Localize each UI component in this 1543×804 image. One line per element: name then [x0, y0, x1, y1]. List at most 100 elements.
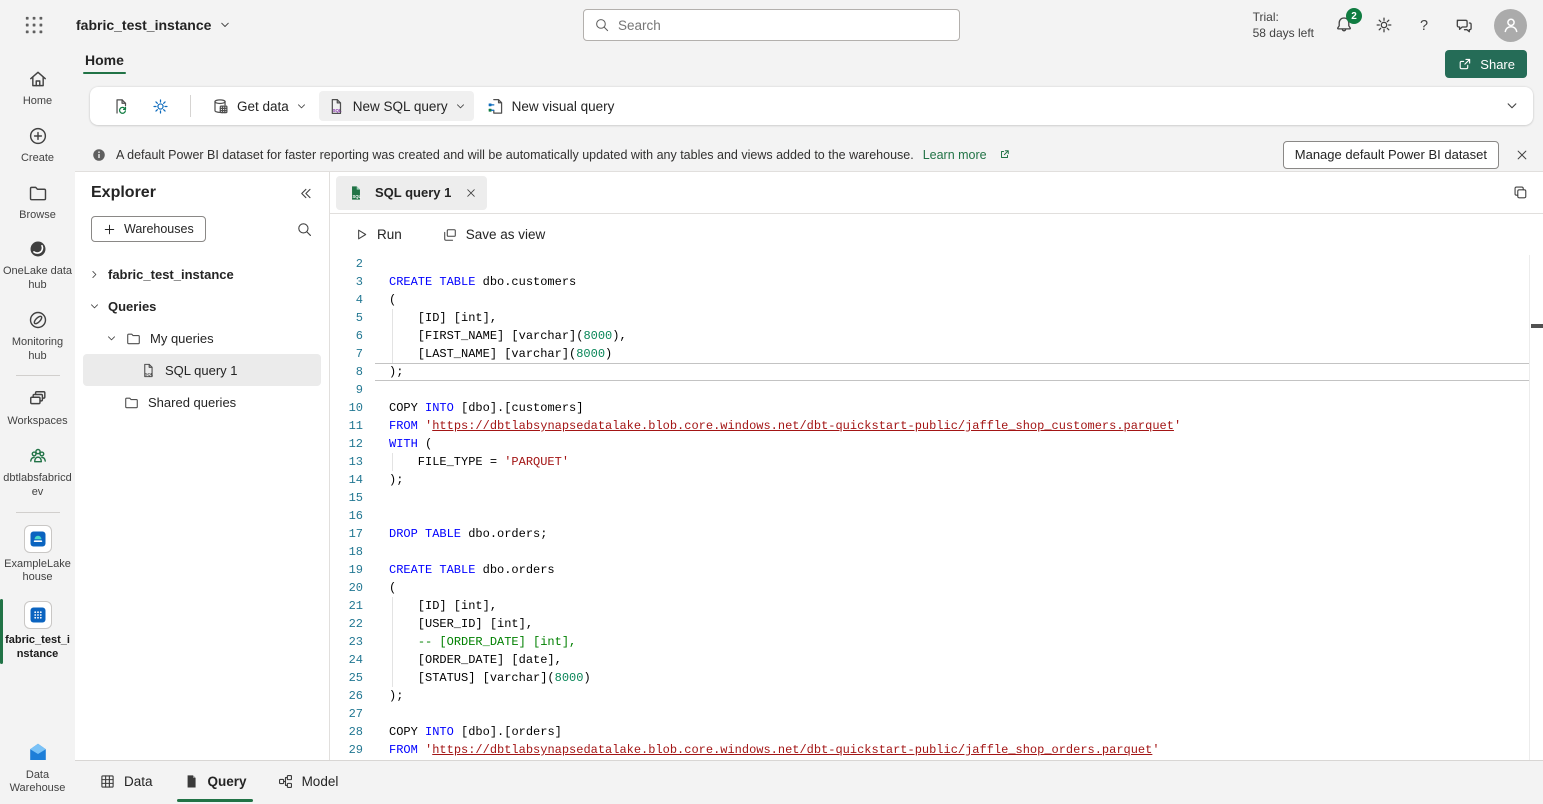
- code-line: 29FROM 'https://dbtlabsynapsedatalake.bl…: [330, 741, 1543, 759]
- new-sql-query-button[interactable]: SQL New SQL query: [319, 91, 474, 121]
- rail-item-create[interactable]: Create: [0, 117, 75, 174]
- tree-item-shared-queries[interactable]: Shared queries: [83, 386, 321, 418]
- get-data-button[interactable]: Get data: [203, 91, 315, 121]
- rail-item-dbtlabsfabricdev[interactable]: dbtlabsfabricdev: [0, 437, 75, 508]
- search-icon: [594, 17, 610, 33]
- code-line: 11FROM 'https://dbtlabsynapsedatalake.bl…: [330, 417, 1543, 435]
- search-input[interactable]: [618, 18, 949, 33]
- rail-item-home[interactable]: Home: [0, 60, 75, 117]
- gear-blue-icon: [151, 97, 170, 116]
- code-text: [363, 489, 389, 507]
- chevron-down-icon: [219, 19, 231, 31]
- code-line: 9: [330, 381, 1543, 399]
- ribbon-collapse-chevron[interactable]: [1505, 99, 1519, 113]
- manage-default-dataset-button[interactable]: Manage default Power BI dataset: [1283, 141, 1499, 169]
- ribbon-tabs-row: Home Share: [75, 50, 1543, 81]
- view-tab-query[interactable]: Query: [173, 769, 257, 796]
- home-icon: [27, 68, 49, 90]
- line-number: 29: [330, 741, 363, 759]
- line-number: 20: [330, 579, 363, 597]
- collapse-explorer-button[interactable]: [298, 186, 313, 201]
- new-visual-query-button[interactable]: New visual query: [478, 91, 623, 121]
- help-button[interactable]: ?: [1414, 15, 1434, 35]
- view-tab-data[interactable]: Data: [89, 769, 163, 796]
- code-text: [STATUS] [varchar](8000): [363, 669, 591, 687]
- code-line: 7 [LAST_NAME] [varchar](8000): [330, 345, 1543, 363]
- query-tab-sql-query-1[interactable]: SQL SQL query 1: [336, 176, 487, 210]
- account-avatar[interactable]: [1494, 9, 1527, 42]
- notification-badge: 2: [1346, 8, 1362, 24]
- add-warehouses-button[interactable]: Warehouses: [91, 216, 206, 242]
- view-tab-model[interactable]: Model: [267, 769, 349, 796]
- code-text: [363, 543, 389, 561]
- explorer-search-button[interactable]: [296, 221, 313, 238]
- info-icon: [91, 147, 107, 163]
- view-tab-label: Data: [124, 774, 153, 789]
- global-search[interactable]: [583, 9, 960, 41]
- sql-doc-icon: SQL: [327, 97, 346, 116]
- rail-item-browse[interactable]: Browse: [0, 174, 75, 231]
- line-number: 24: [330, 651, 363, 669]
- svg-text:?: ?: [1420, 18, 1428, 34]
- rail-item-examplelakehouse[interactable]: ExampleLakehouse: [0, 517, 75, 594]
- editor-overview-ruler[interactable]: [1529, 255, 1543, 760]
- feedback-button[interactable]: [1454, 15, 1474, 35]
- warehouse-settings-button[interactable]: [143, 91, 178, 121]
- create-icon: [27, 125, 49, 147]
- copy-button[interactable]: [1512, 184, 1529, 201]
- line-number: 28: [330, 723, 363, 741]
- svg-text:SQL: SQL: [332, 107, 341, 112]
- code-line: 23 -- [ORDER_DATE] [int],: [330, 633, 1543, 651]
- workspace-switcher[interactable]: fabric_test_instance: [76, 17, 231, 33]
- run-button[interactable]: Run: [344, 220, 412, 250]
- rail-item-label: Workspaces: [7, 415, 67, 429]
- code-text: COPY INTO [dbo].[orders]: [363, 723, 562, 741]
- scroll-position-marker: [1531, 324, 1543, 328]
- plus-icon: [103, 223, 116, 236]
- line-number: 2: [330, 255, 363, 273]
- code-line: 8);: [330, 363, 1543, 381]
- close-tab-button[interactable]: [465, 187, 477, 199]
- code-line: 2: [330, 255, 1543, 273]
- tree-item-queries[interactable]: Queries: [83, 290, 321, 322]
- rail-item-workspaces[interactable]: Workspaces: [0, 380, 75, 437]
- person-icon: [1501, 15, 1521, 35]
- rail-item-fabric-test-instance[interactable]: fabric_test_instance: [0, 593, 75, 670]
- save-as-view-button[interactable]: Save as view: [432, 220, 556, 250]
- tree-item-fabric-test-instance[interactable]: fabric_test_instance: [83, 258, 321, 290]
- tree-item-label: fabric_test_instance: [108, 267, 234, 282]
- rail-item-onelake-data-hub[interactable]: OneLake data hub: [0, 230, 75, 301]
- settings-button[interactable]: [1374, 15, 1394, 35]
- new-query-refresh-button[interactable]: [104, 91, 139, 121]
- learn-more-link[interactable]: Learn more: [923, 148, 987, 162]
- workspace-name: fabric_test_instance: [76, 17, 211, 33]
- banner-close-button[interactable]: [1515, 148, 1529, 162]
- tree-item-sql-query-1[interactable]: SQLSQL query 1: [83, 354, 321, 386]
- line-number: 7: [330, 345, 363, 363]
- rail-item-label: fabric_test_instance: [3, 634, 73, 662]
- tree-item-label: SQL query 1: [165, 363, 238, 378]
- explorer-title: Explorer: [91, 184, 156, 202]
- code-text: [ID] [int],: [363, 309, 497, 327]
- code-line: 25 [STATUS] [varchar](8000): [330, 669, 1543, 687]
- code-line: 27: [330, 705, 1543, 723]
- line-number: 8: [330, 363, 363, 381]
- code-line: 10COPY INTO [dbo].[customers]: [330, 399, 1543, 417]
- monitoring-icon: [27, 309, 49, 331]
- code-line: 6 [FIRST_NAME] [varchar](8000),: [330, 327, 1543, 345]
- code-text: CREATE TABLE dbo.customers: [363, 273, 576, 291]
- onelake-icon: [27, 238, 49, 260]
- notifications-button[interactable]: 2: [1334, 15, 1354, 35]
- chevron-down-icon: [89, 301, 100, 312]
- tree-item-my-queries[interactable]: My queries: [83, 322, 321, 354]
- code-line: 20(: [330, 579, 1543, 597]
- app-launcher-icon[interactable]: [22, 13, 46, 37]
- tab-home[interactable]: Home: [83, 50, 126, 74]
- rail-item-monitoring-hub[interactable]: Monitoring hub: [0, 301, 75, 372]
- line-number: 4: [330, 291, 363, 309]
- sql-code-editor[interactable]: 23CREATE TABLE dbo.customers4(5 [ID] [in…: [330, 255, 1543, 760]
- query-editor-pane: SQL SQL query 1 Run Save as view 23CREAT…: [330, 172, 1543, 760]
- share-button[interactable]: Share: [1445, 50, 1527, 78]
- line-number: 10: [330, 399, 363, 417]
- rail-item-data-warehouse[interactable]: Data Warehouse: [0, 732, 75, 804]
